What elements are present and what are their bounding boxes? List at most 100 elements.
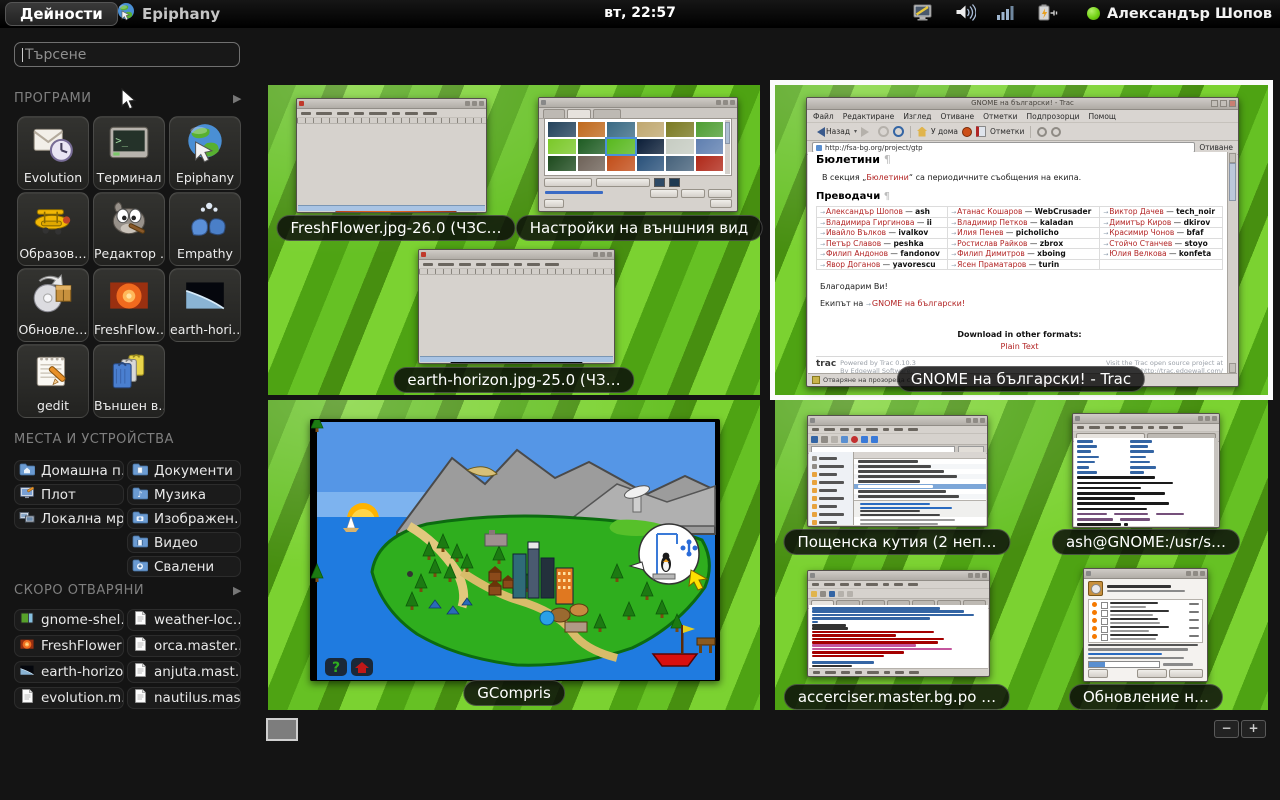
- home-button[interactable]: У дома: [931, 127, 958, 136]
- place-foldermusic-1[interactable]: ♪Музика: [127, 484, 241, 505]
- recent-flowerthumb-1[interactable]: FreshFlower…: [14, 635, 124, 657]
- recent-textfile-3[interactable]: nautilus.mas…: [127, 687, 241, 709]
- window-mail[interactable]: [807, 415, 988, 527]
- wallpaper-thumb[interactable]: [637, 139, 665, 154]
- wallpaper-thumb[interactable]: [607, 122, 635, 137]
- restore-button[interactable]: [650, 189, 678, 198]
- wallpaper-thumb[interactable]: [696, 122, 724, 137]
- wallpaper-thumb[interactable]: [666, 139, 694, 154]
- wallpaper-thumb[interactable]: [578, 139, 606, 154]
- recent-shotthumb-0[interactable]: gnome-shel…: [14, 609, 124, 631]
- color-swatch-1[interactable]: [654, 178, 665, 187]
- terminal-menubar: [1073, 424, 1219, 432]
- recent-expander-icon[interactable]: ▶: [233, 583, 242, 599]
- place-foldervideo-3[interactable]: Видео: [127, 532, 241, 553]
- app-tile-empathy[interactable]: Empathy: [169, 192, 241, 266]
- app-tile-gcompris[interactable]: Образов…: [17, 192, 89, 266]
- window-editor[interactable]: [807, 570, 990, 677]
- window-gcompris[interactable]: ?: [310, 419, 720, 681]
- programs-expander-icon[interactable]: ▶: [233, 91, 242, 107]
- wallpaper-thumb[interactable]: [637, 156, 665, 171]
- updates-cancel-button[interactable]: [1137, 669, 1167, 678]
- menu-Редактиране[interactable]: Редактиране: [843, 112, 895, 121]
- search-input[interactable]: Търсене: [14, 42, 240, 67]
- place-folderdown-4[interactable]: Свалени: [127, 556, 241, 577]
- wallpaper-thumb[interactable]: [666, 122, 694, 137]
- menu-Помощ[interactable]: Помощ: [1088, 112, 1116, 121]
- workspace-thumbnail[interactable]: [266, 718, 298, 741]
- place-network-2[interactable]: Локална мр…: [14, 508, 124, 529]
- color-combo[interactable]: [596, 178, 650, 187]
- flowerthumb-icon: [19, 636, 35, 656]
- network-signal-icon[interactable]: [996, 2, 1016, 27]
- window-appearance[interactable]: [538, 97, 738, 212]
- app-tile-gimp[interactable]: Редактор …: [93, 192, 165, 266]
- add-button[interactable]: [708, 189, 732, 198]
- shotthumb-icon: [19, 610, 35, 630]
- wallpaper-thumb[interactable]: [607, 156, 635, 171]
- window-freshflower[interactable]: [296, 98, 487, 213]
- menu-Отметки[interactable]: Отметки: [983, 112, 1017, 121]
- volume-icon[interactable]: [954, 2, 976, 27]
- recent-textfile-3[interactable]: evolution.m…: [14, 687, 124, 709]
- wallpaper-thumb[interactable]: [578, 156, 606, 171]
- wallpaper-thumb[interactable]: [696, 139, 724, 154]
- user-menu[interactable]: Александър Шопов: [1087, 0, 1272, 27]
- update-checkbox[interactable]: [1101, 626, 1108, 633]
- update-checkbox[interactable]: [1101, 610, 1108, 617]
- window-updates[interactable]: [1083, 568, 1208, 682]
- window-trac[interactable]: GNOME на български! - Trac ФайлРедактира…: [806, 97, 1239, 387]
- bookmarks-button[interactable]: Отметки: [990, 127, 1024, 136]
- recent-textfile-0[interactable]: weather-loc…: [127, 609, 241, 631]
- go-button[interactable]: Отиване: [1199, 143, 1233, 152]
- update-checkbox[interactable]: [1101, 618, 1108, 625]
- wallpaper-thumb[interactable]: [607, 139, 635, 154]
- window-earth[interactable]: [418, 249, 615, 364]
- app-tile-updates[interactable]: Обновле…: [17, 268, 89, 342]
- app-tile-evolution[interactable]: Evolution: [17, 116, 89, 190]
- app-tile-bags[interactable]: Външен в…: [93, 344, 165, 418]
- recent-textfile-1[interactable]: orca.master.…: [127, 635, 241, 657]
- help-button[interactable]: [544, 199, 564, 208]
- display-icon[interactable]: [912, 2, 934, 27]
- updates-install-button[interactable]: [1169, 669, 1203, 678]
- place-folderdocs-0[interactable]: Документи: [127, 460, 241, 481]
- wallpaper-thumb[interactable]: [548, 122, 576, 137]
- update-checkbox[interactable]: [1101, 602, 1108, 609]
- wallpaper-thumb[interactable]: [637, 122, 665, 137]
- app-tile-terminal[interactable]: >_Терминал: [93, 116, 165, 190]
- app-tile-gedit[interactable]: gedit: [17, 344, 89, 418]
- updates-help-button[interactable]: [1088, 669, 1108, 678]
- app-tile-flowerthumb[interactable]: FreshFlow…: [93, 268, 165, 342]
- power-icon[interactable]: [1036, 2, 1058, 27]
- scrollbar[interactable]: [1227, 152, 1237, 374]
- wallpaper-thumb[interactable]: [696, 156, 724, 171]
- recent-earththumb-2[interactable]: earth-horizo…: [14, 661, 124, 683]
- zoom-out-button[interactable]: −: [1214, 720, 1239, 738]
- close-button[interactable]: [710, 199, 732, 208]
- wallpaper-thumb[interactable]: [666, 156, 694, 171]
- place-desktop-1[interactable]: Плот: [14, 484, 124, 505]
- place-folderpics-2[interactable]: Изображен…: [127, 508, 241, 529]
- update-checkbox[interactable]: [1101, 634, 1108, 641]
- menu-Файл[interactable]: Файл: [813, 112, 834, 121]
- app-tile-earththumb[interactable]: earth-hori…: [169, 268, 241, 342]
- app-menu[interactable]: Epiphany: [116, 2, 220, 26]
- recent-textfile-2[interactable]: anjuta.mast…: [127, 661, 241, 683]
- place-folderhome-0[interactable]: Домашна п…: [14, 460, 124, 481]
- app-tile-epiphany[interactable]: Epiphany: [169, 116, 241, 190]
- menu-Подпрозорци[interactable]: Подпрозорци: [1026, 112, 1079, 121]
- wallpaper-thumb[interactable]: [578, 122, 606, 137]
- back-button[interactable]: Назад: [826, 127, 850, 136]
- color-swatch-2[interactable]: [669, 178, 680, 187]
- menu-Изглед[interactable]: Изглед: [903, 112, 931, 121]
- save-button[interactable]: [681, 189, 705, 198]
- get-more-link[interactable]: [545, 191, 603, 194]
- menu-Отиване[interactable]: Отиване: [940, 112, 974, 121]
- activities-button[interactable]: Дейности: [5, 2, 118, 26]
- window-terminal[interactable]: [1072, 413, 1220, 528]
- zoom-in-button[interactable]: +: [1241, 720, 1266, 738]
- wallpaper-thumb[interactable]: [548, 156, 576, 171]
- wallpaper-thumb[interactable]: [548, 139, 576, 154]
- style-combo[interactable]: [544, 178, 592, 187]
